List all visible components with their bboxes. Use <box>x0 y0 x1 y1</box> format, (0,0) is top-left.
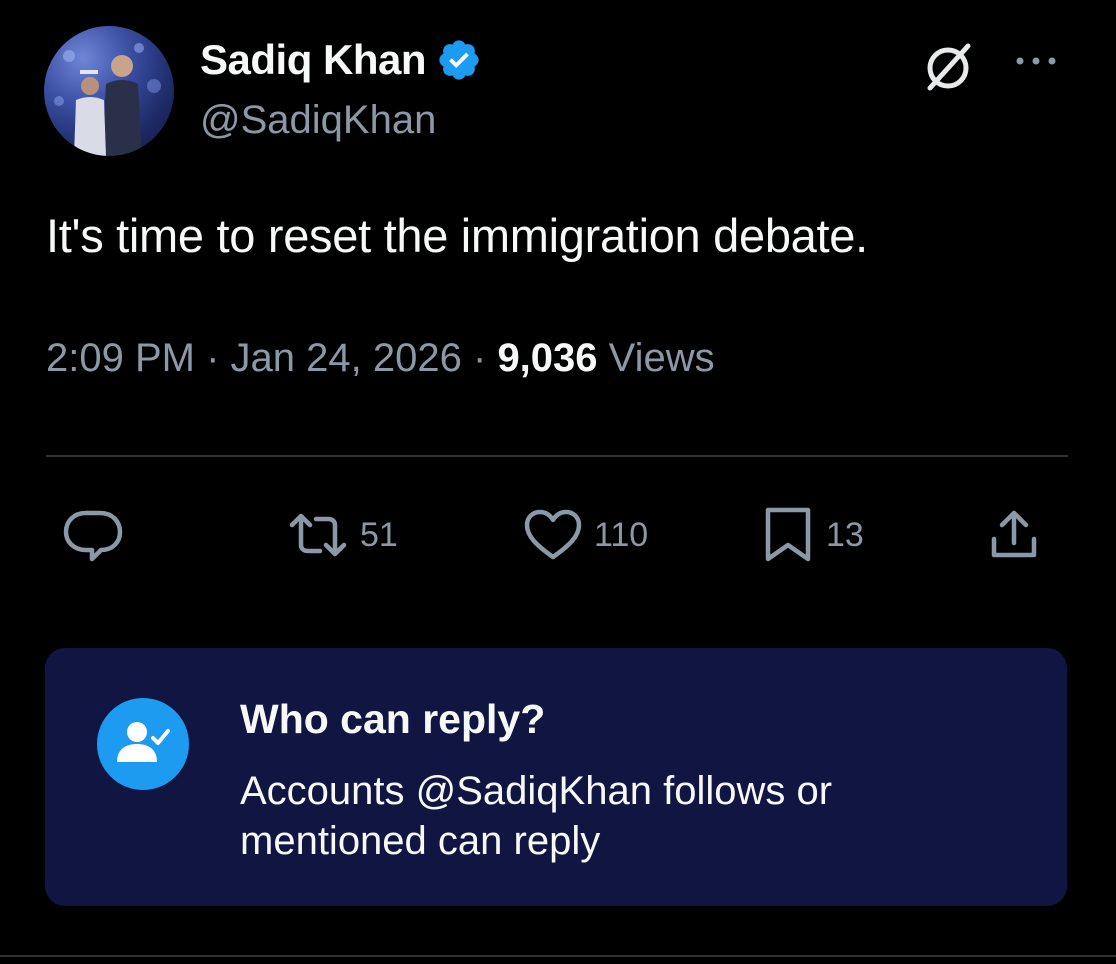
like-button[interactable]: 110 <box>522 500 648 570</box>
display-name-row: Sadiq Khan <box>200 34 482 86</box>
views-count: 9,036 <box>497 336 598 380</box>
handle[interactable]: @SadiqKhan <box>200 98 436 143</box>
share-icon <box>991 510 1037 558</box>
meta-separator: · <box>206 336 220 380</box>
grok-icon[interactable] <box>922 40 976 94</box>
verified-badge-icon <box>439 40 479 80</box>
avatar-photo <box>54 43 161 156</box>
bookmark-icon <box>765 507 811 562</box>
tweet-text: It's time to reset the immigration debat… <box>46 209 868 262</box>
like-count: 110 <box>594 515 649 554</box>
who-can-reply-title: Who can reply? <box>240 696 546 742</box>
reply-icon <box>63 510 123 562</box>
retweet-count: 51 <box>360 515 398 554</box>
bookmark-count: 13 <box>826 515 864 554</box>
who-can-reply-card: Who can reply? Accounts @SadiqKhan follo… <box>45 648 1067 906</box>
retweet-button[interactable]: 51 <box>286 500 398 570</box>
retweet-icon <box>289 513 347 557</box>
display-name[interactable]: Sadiq Khan <box>200 36 427 84</box>
bookmark-button[interactable]: 13 <box>760 500 864 570</box>
avatar[interactable] <box>44 26 174 156</box>
heart-icon <box>524 509 582 560</box>
tweet-meta: 2:09 PM · Jan 24, 2026 · 9,036 Views <box>46 336 715 381</box>
divider <box>46 455 1068 457</box>
more-icon[interactable] <box>1010 46 1062 76</box>
meta-separator: · <box>472 336 487 380</box>
tweet: Sadiq Khan @SadiqKhan It's time to reset… <box>0 0 1116 964</box>
share-button[interactable] <box>986 500 1042 570</box>
who-can-reply-description: Accounts @SadiqKhan follows or mentioned… <box>240 769 833 863</box>
user-check-icon <box>97 698 189 790</box>
bottom-divider <box>0 955 1116 957</box>
tweet-date[interactable]: Jan 24, 2026 <box>231 336 462 380</box>
reply-button[interactable] <box>62 500 124 570</box>
tweet-time[interactable]: 2:09 PM <box>46 336 195 380</box>
views-label: Views <box>608 336 715 380</box>
